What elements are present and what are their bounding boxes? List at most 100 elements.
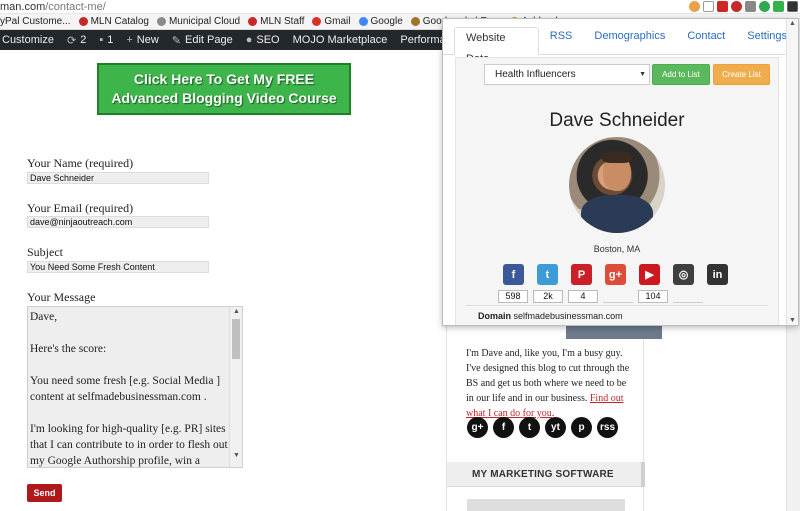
- bookmark-label: MLN Staff: [260, 16, 305, 27]
- wp-admin-item[interactable]: + New: [126, 34, 158, 46]
- evernote-extension-icon[interactable]: [745, 1, 756, 12]
- list-select-value: Health Influencers: [495, 69, 576, 80]
- wp-admin-item-icon: +: [126, 34, 133, 46]
- url-path: /contact-me/: [45, 1, 106, 13]
- message-text: Dave, Here's the score: You need some fr…: [30, 311, 228, 467]
- popup-scroll-down-icon[interactable]: ▼: [789, 317, 796, 324]
- bookmark-favicon-icon: [410, 17, 420, 26]
- address-bar[interactable]: man.com/contact-me/: [0, 0, 800, 14]
- email-field[interactable]: dave@ninjaoutreach.com: [27, 216, 209, 228]
- wp-admin-item[interactable]: ✎ Edit Page: [172, 34, 233, 47]
- facebook-icon[interactable]: f: [493, 417, 514, 438]
- bookmark-label: Gmail: [324, 16, 351, 27]
- scroll-down-arrow-icon[interactable]: ▼: [233, 452, 240, 459]
- popup-tabs: Website DataRSSDemographicsContactSettin…: [443, 19, 798, 65]
- popup-scroll-up-icon[interactable]: ▲: [789, 20, 796, 27]
- bookmark-item[interactable]: yPal Custome...: [0, 16, 71, 27]
- software-image[interactable]: [467, 499, 625, 511]
- scroll-up-arrow-icon[interactable]: ▲: [233, 308, 240, 315]
- social-count: [603, 290, 633, 303]
- google-plus-icon[interactable]: g+: [605, 264, 626, 285]
- message-scrollbar[interactable]: ▲ ▼: [229, 307, 242, 467]
- rss-icon[interactable]: rss: [597, 417, 618, 438]
- url-text[interactable]: man.com/contact-me/: [0, 0, 106, 14]
- bookmark-label: Municipal Cloud: [168, 16, 241, 27]
- bookmark-favicon-icon: [156, 17, 166, 26]
- chevron-down-icon: ▼: [639, 71, 646, 78]
- social-count: [673, 290, 703, 303]
- send-button[interactable]: Send: [27, 484, 62, 502]
- name-label: Your Name (required): [27, 156, 134, 170]
- wp-admin-item-icon: ●: [245, 34, 253, 46]
- website-data-panel: Health Influencers ▼ Add to List Create …: [455, 57, 779, 325]
- google-plus-icon[interactable]: g+: [467, 417, 488, 438]
- twitter-icon[interactable]: t: [537, 264, 558, 285]
- pinterest-icon[interactable]: p: [571, 417, 592, 438]
- twitter-icon[interactable]: t: [519, 417, 540, 438]
- youtube-icon[interactable]: ▶: [639, 264, 660, 285]
- message-scroll-thumb[interactable]: [232, 319, 240, 359]
- bookmark-item[interactable]: MLN Catalog: [78, 16, 149, 27]
- lastpass-extension-icon[interactable]: [731, 1, 742, 12]
- wp-admin-item-icon: ▪: [99, 34, 104, 46]
- message-textarea[interactable]: Dave, Here's the score: You need some fr…: [27, 306, 243, 468]
- bookmark-favicon-icon: [312, 17, 322, 26]
- tab-demographics[interactable]: Demographics: [583, 26, 676, 54]
- youtube-icon[interactable]: yt: [545, 417, 566, 438]
- cta-line-2: Advanced Blogging Video Course: [111, 90, 337, 106]
- social-counts: 598 2k 4 104: [498, 290, 703, 303]
- name-field[interactable]: Dave Schneider: [27, 172, 209, 184]
- profile-social-icons: f t Pg+ ▶ ◎ in: [503, 264, 728, 285]
- feedly-extension-icon[interactable]: [773, 1, 784, 12]
- section-scroll-indicator: [641, 462, 645, 487]
- wp-admin-item-label: Customize: [2, 34, 54, 46]
- email-label: Your Email (required): [27, 201, 134, 215]
- bookmark-item[interactable]: Municipal Cloud: [156, 16, 241, 27]
- message-label: Your Message: [27, 290, 96, 304]
- wp-admin-item[interactable]: MOJO Marketplace: [293, 34, 388, 46]
- instagram-icon[interactable]: ◎: [673, 264, 694, 285]
- linkedin-icon[interactable]: in: [707, 264, 728, 285]
- wp-admin-item-label: SEO: [256, 34, 280, 46]
- social-count: 598: [498, 290, 528, 303]
- bookmark-favicon-icon: [358, 17, 368, 26]
- list-select[interactable]: Health Influencers ▼: [484, 64, 650, 85]
- translate-extension-icon[interactable]: [689, 1, 700, 12]
- popup-scrollbar[interactable]: ▲ ▼: [786, 19, 798, 325]
- bookmark-item[interactable]: MLN Staff: [248, 16, 304, 27]
- wp-admin-item-label: New: [136, 34, 159, 46]
- ninja-outreach-extension-icon[interactable]: [787, 1, 798, 12]
- bookmark-item[interactable]: Google: [358, 16, 403, 27]
- bookmark-label: yPal Custome...: [0, 16, 71, 27]
- bookmark-label: Google: [370, 16, 403, 27]
- wp-admin-item[interactable]: ● SEO: [246, 34, 280, 46]
- create-list-button[interactable]: Create List: [713, 64, 770, 85]
- profile-location: Boston, MA: [593, 244, 641, 254]
- wp-admin-item[interactable]: ▪ 1: [99, 34, 113, 46]
- url-host: man.com: [0, 1, 46, 13]
- wp-admin-item[interactable]: ⟳ 2: [67, 34, 86, 47]
- bookmark-label: MLN Catalog: [90, 16, 149, 27]
- tab-rss[interactable]: RSS: [539, 26, 584, 54]
- subject-label: Subject: [27, 245, 63, 259]
- adblock-extension-icon[interactable]: [717, 1, 728, 12]
- about-text: I'm Dave and, like you, I'm a busy guy. …: [466, 346, 636, 421]
- wp-admin-item-icon: ✎: [171, 34, 182, 47]
- pinterest-icon[interactable]: P: [571, 264, 592, 285]
- facebook-icon[interactable]: f: [503, 264, 524, 285]
- green-extension-icon[interactable]: [759, 1, 770, 12]
- bookmark-item[interactable]: Gmail: [312, 16, 351, 27]
- cta-line-1: Click Here To Get My FREE: [133, 71, 315, 87]
- tab-website-data[interactable]: Website Data: [454, 27, 539, 65]
- tab-contact[interactable]: Contact: [676, 26, 736, 54]
- social-count: 2k: [533, 290, 563, 303]
- bookmark-star-icon[interactable]: [703, 1, 714, 12]
- add-to-list-button[interactable]: Add to List: [652, 64, 710, 85]
- cta-banner[interactable]: Click Here To Get My FREE Advanced Blogg…: [97, 63, 351, 115]
- sidebar-social-row: g+ f t yt p rss: [467, 417, 618, 438]
- subject-field[interactable]: You Need Some Fresh Content: [27, 261, 209, 273]
- bookmark-favicon-icon: [248, 17, 258, 26]
- wp-admin-item-label: 2: [80, 34, 87, 46]
- wp-admin-item[interactable]: Customize: [2, 34, 54, 46]
- section-title: MY MARKETING SOFTWARE: [447, 462, 641, 487]
